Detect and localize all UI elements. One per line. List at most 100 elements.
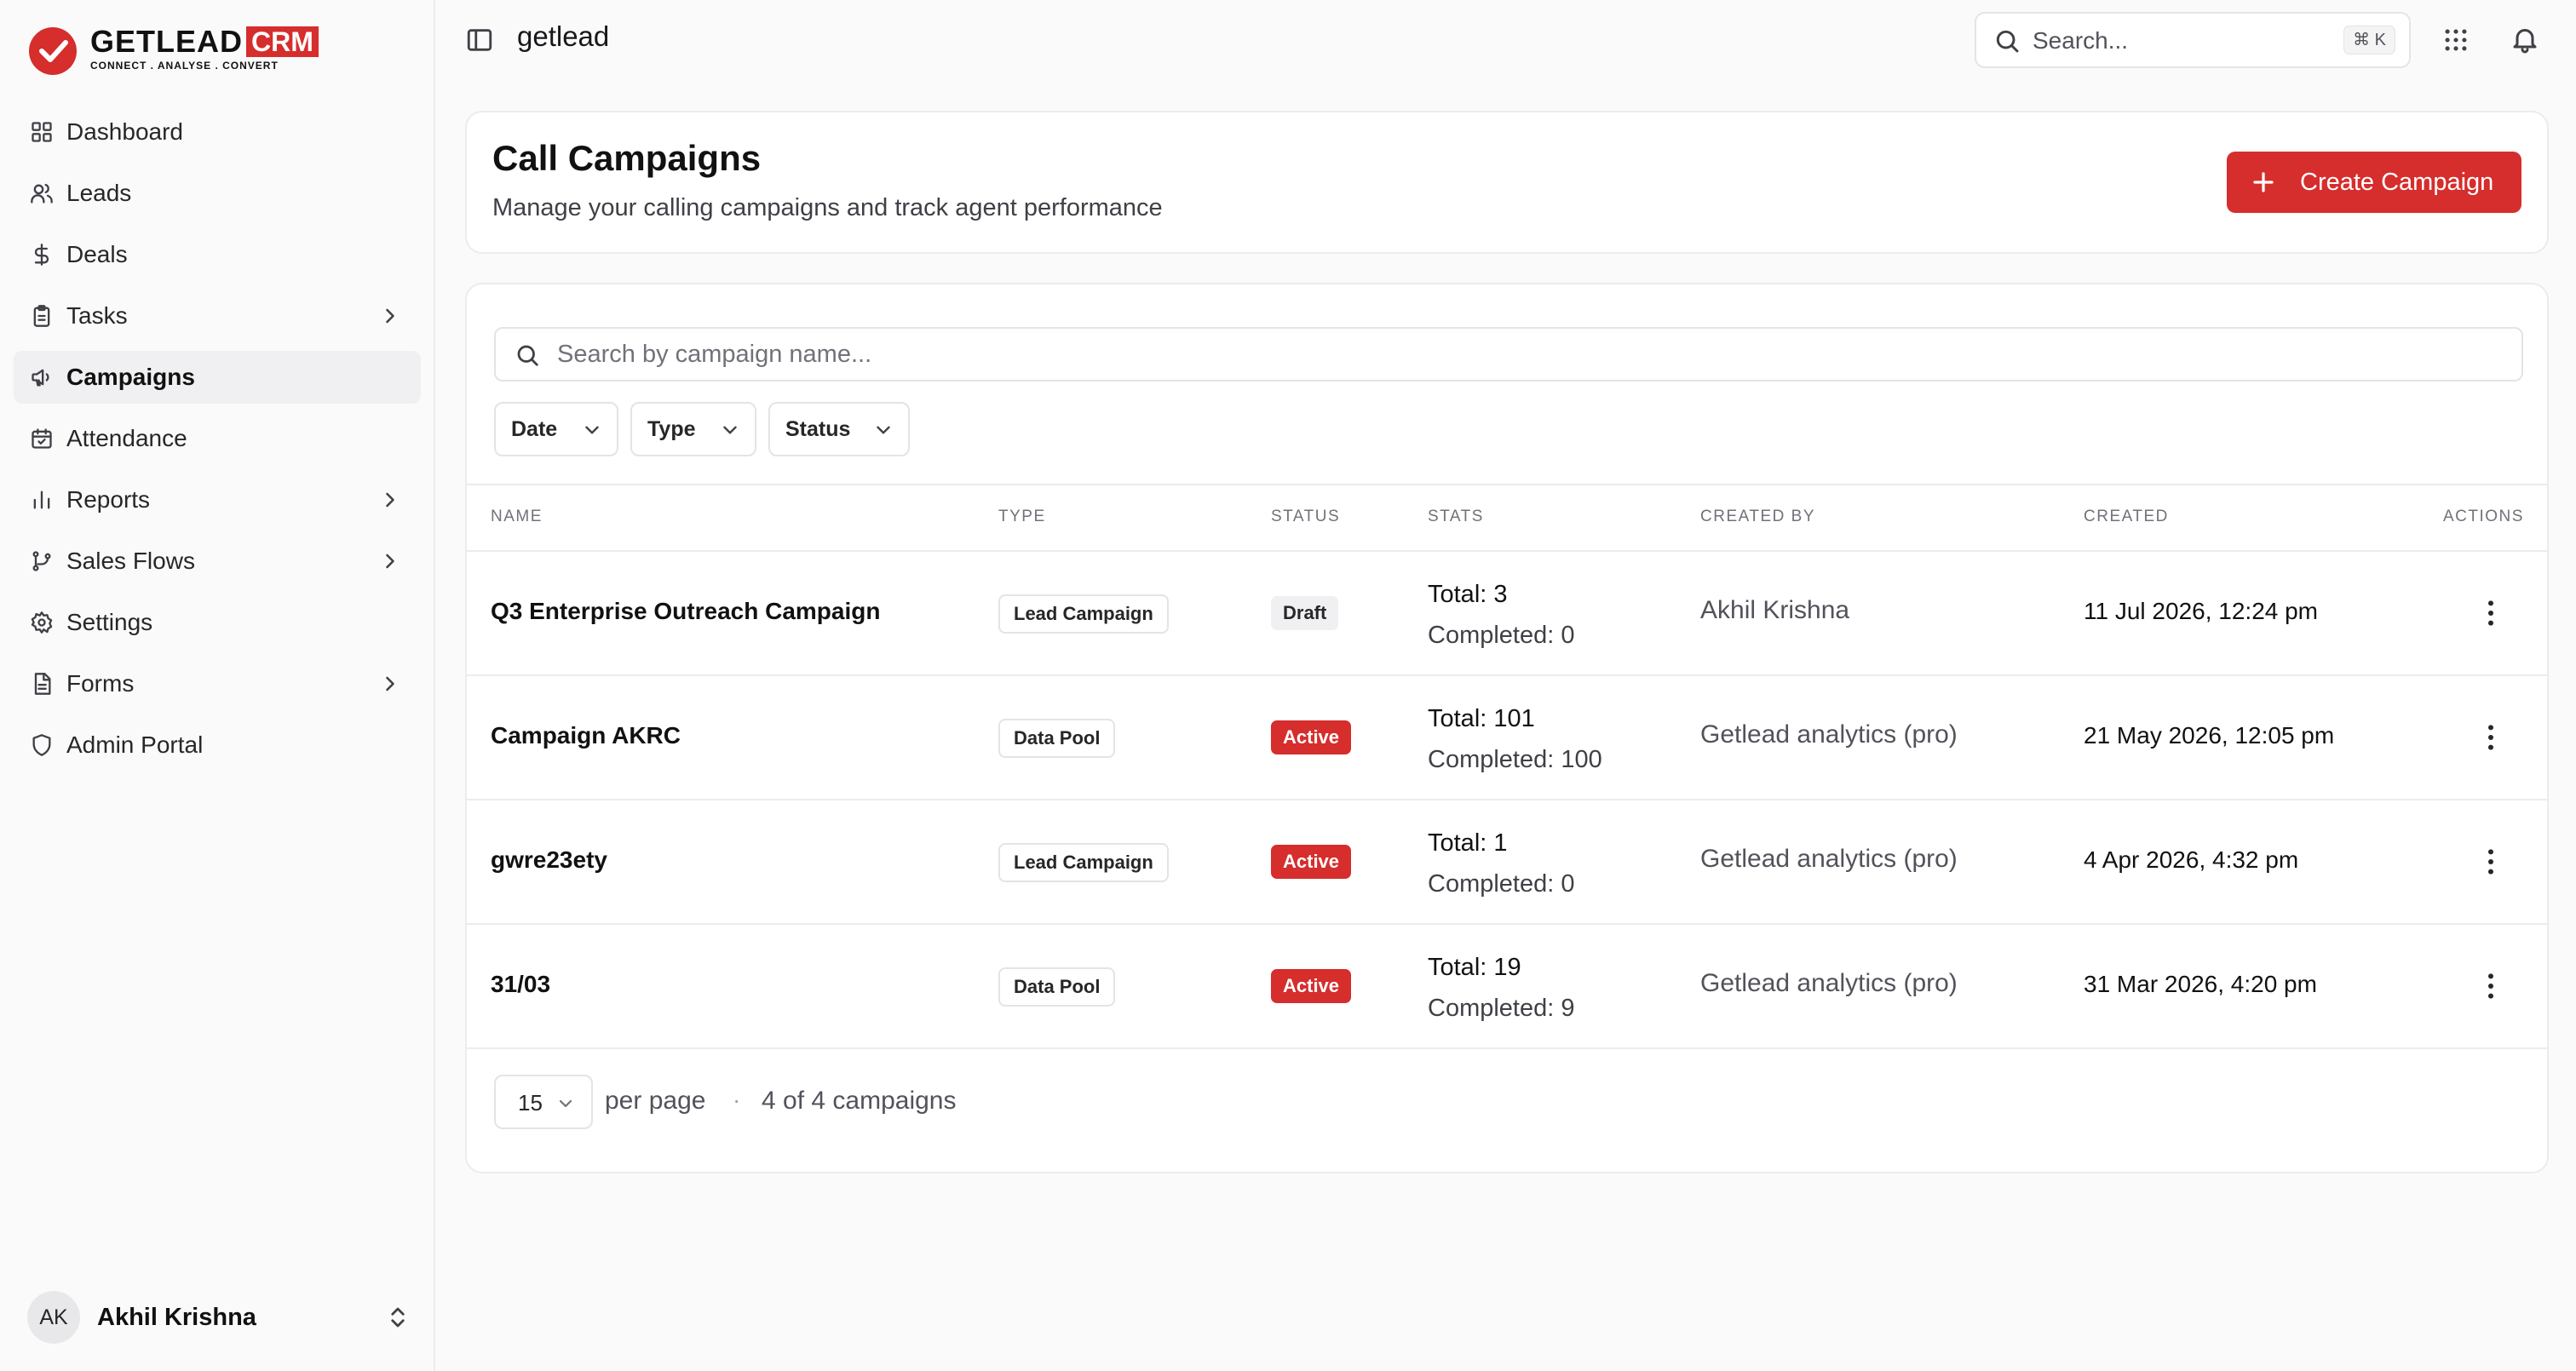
sidebar-item-label: Admin Portal: [66, 731, 204, 758]
column-header-name[interactable]: NAME: [491, 508, 543, 526]
status-filter-label: Status: [785, 416, 851, 441]
sidebar-item-label: Tasks: [66, 302, 128, 329]
clipboard-icon: [29, 303, 55, 329]
brand-logo[interactable]: GETLEAD CRM CONNECT . ANALYSE . CONVERT: [27, 26, 319, 77]
apps-grid-icon[interactable]: [2441, 26, 2470, 54]
chevron-down-icon: [581, 419, 603, 441]
search-icon: [515, 342, 540, 368]
bar-chart-icon: [29, 487, 55, 513]
sidebar-item-label: Sales Flows: [66, 548, 195, 574]
megaphone-icon: [29, 364, 55, 390]
separator: ·: [733, 1087, 741, 1113]
grid-icon: [29, 119, 55, 145]
table-row[interactable]: 31/03 Data Pool Active Total: 19 Complet…: [467, 925, 2547, 1049]
column-header-stats[interactable]: STATS: [1428, 508, 1484, 526]
table-row[interactable]: Campaign AKRC Data Pool Active Total: 10…: [467, 676, 2547, 800]
campaigns-panel: Date Type Status NAME TYPE STATUS STATS …: [465, 283, 2549, 1173]
more-vertical-icon[interactable]: [2474, 845, 2508, 879]
campaign-name[interactable]: Q3 Enterprise Outreach Campaign: [491, 598, 880, 625]
chevrons-up-down-icon[interactable]: [385, 1305, 411, 1330]
date-filter[interactable]: Date: [494, 402, 618, 456]
created-by: Akhil Krishna: [1700, 596, 1850, 624]
shield-icon: [29, 732, 55, 758]
chevron-right-icon[interactable]: [378, 488, 402, 512]
created-date: 4 Apr 2026, 4:32 pm: [2084, 846, 2299, 873]
chevron-down-icon: [872, 419, 894, 441]
sidebar-nav: Dashboard Leads Deals Tasks Campaigns At…: [14, 106, 421, 780]
brand-name: GETLEAD: [90, 24, 244, 59]
chevron-down-icon: [555, 1093, 576, 1114]
sidebar-item-reports[interactable]: Reports: [14, 473, 421, 526]
sidebar-item-admin-portal[interactable]: Admin Portal: [14, 719, 421, 772]
stats-total: Total: 19: [1428, 954, 1521, 981]
logo-check-icon: [29, 27, 77, 75]
chevron-right-icon[interactable]: [378, 549, 402, 573]
created-date: 11 Jul 2026, 12:24 pm: [2084, 598, 2319, 624]
campaign-stats: Total: 3 Completed: 0: [1428, 574, 1575, 656]
created-by: Getlead analytics (pro): [1700, 845, 1958, 873]
create-campaign-button[interactable]: Create Campaign: [2227, 152, 2521, 213]
global-search-input[interactable]: Search... ⌘ K: [1975, 12, 2411, 68]
user-menu[interactable]: AK Akhil Krishna: [27, 1289, 411, 1345]
column-header-status[interactable]: STATUS: [1271, 508, 1340, 526]
status-badge: Active: [1271, 720, 1352, 754]
search-icon: [1993, 27, 2021, 54]
created-date: 21 May 2026, 12:05 pm: [2084, 722, 2335, 749]
sidebar-item-dashboard[interactable]: Dashboard: [14, 106, 421, 158]
campaign-search-input[interactable]: [557, 336, 2499, 373]
status-badge: Active: [1271, 969, 1352, 1003]
row-divider: [467, 1047, 2547, 1049]
shortcut-hint: ⌘ K: [2343, 26, 2395, 54]
more-vertical-icon[interactable]: [2474, 720, 2508, 754]
sidebar-item-label: Leads: [66, 180, 132, 206]
status-badge: Draft: [1271, 596, 1339, 630]
chevron-down-icon: [719, 419, 741, 441]
sidebar-item-campaigns[interactable]: Campaigns: [14, 351, 421, 404]
column-header-created-by[interactable]: CREATED BY: [1700, 508, 1815, 526]
stats-total: Total: 3: [1428, 581, 1508, 608]
sidebar-item-attendance[interactable]: Attendance: [14, 412, 421, 465]
stats-total: Total: 101: [1428, 705, 1535, 732]
column-header-type[interactable]: TYPE: [998, 508, 1046, 526]
stats-completed: Completed: 100: [1428, 746, 1602, 773]
table-row[interactable]: gwre23ety Lead Campaign Active Total: 1 …: [467, 800, 2547, 925]
sidebar-item-deals[interactable]: Deals: [14, 228, 421, 281]
chevron-right-icon[interactable]: [378, 304, 402, 328]
sidebar-item-sales-flows[interactable]: Sales Flows: [14, 535, 421, 588]
more-vertical-icon[interactable]: [2474, 969, 2508, 1003]
sidebar-item-label: Reports: [66, 486, 151, 513]
sidebar-item-settings[interactable]: Settings: [14, 596, 421, 649]
bell-icon[interactable]: [2510, 24, 2540, 54]
stats-completed: Completed: 9: [1428, 995, 1575, 1022]
type-filter-label: Type: [647, 416, 696, 441]
sidebar-item-label: Settings: [66, 609, 153, 635]
type-badge: Data Pool: [998, 967, 1116, 1007]
sidebar-item-leads[interactable]: Leads: [14, 167, 421, 220]
campaign-stats: Total: 19 Completed: 9: [1428, 947, 1575, 1029]
campaign-name[interactable]: Campaign AKRC: [491, 722, 681, 749]
sidebar: GETLEAD CRM CONNECT . ANALYSE . CONVERT …: [0, 0, 435, 1371]
table-row[interactable]: Q3 Enterprise Outreach Campaign Lead Cam…: [467, 552, 2547, 676]
page-header: Call Campaigns Manage your calling campa…: [465, 111, 2549, 254]
campaign-stats: Total: 101 Completed: 100: [1428, 698, 1602, 780]
chevron-right-icon[interactable]: [378, 672, 402, 696]
gear-icon: [29, 610, 55, 635]
create-campaign-label: Create Campaign: [2300, 168, 2494, 196]
sidebar-item-forms[interactable]: Forms: [14, 657, 421, 710]
campaign-name[interactable]: 31/03: [491, 971, 550, 998]
type-filter[interactable]: Type: [630, 402, 756, 456]
sidebar-item-label: Attendance: [66, 425, 187, 451]
created-by: Getlead analytics (pro): [1700, 720, 1958, 749]
global-search-placeholder: Search...: [2033, 27, 2129, 54]
sidebar-item-tasks[interactable]: Tasks: [14, 290, 421, 342]
per-page-select[interactable]: 15: [494, 1075, 593, 1129]
column-header-created[interactable]: CREATED: [2084, 508, 2169, 526]
result-count: 4 of 4 campaigns: [762, 1087, 957, 1115]
sidebar-toggle-icon[interactable]: [465, 26, 494, 54]
created-by: Getlead analytics (pro): [1700, 969, 1958, 997]
type-badge: Lead Campaign: [998, 594, 1169, 634]
more-vertical-icon[interactable]: [2474, 596, 2508, 630]
campaign-name[interactable]: gwre23ety: [491, 846, 607, 874]
campaign-search[interactable]: [494, 327, 2523, 381]
status-filter[interactable]: Status: [768, 402, 910, 456]
